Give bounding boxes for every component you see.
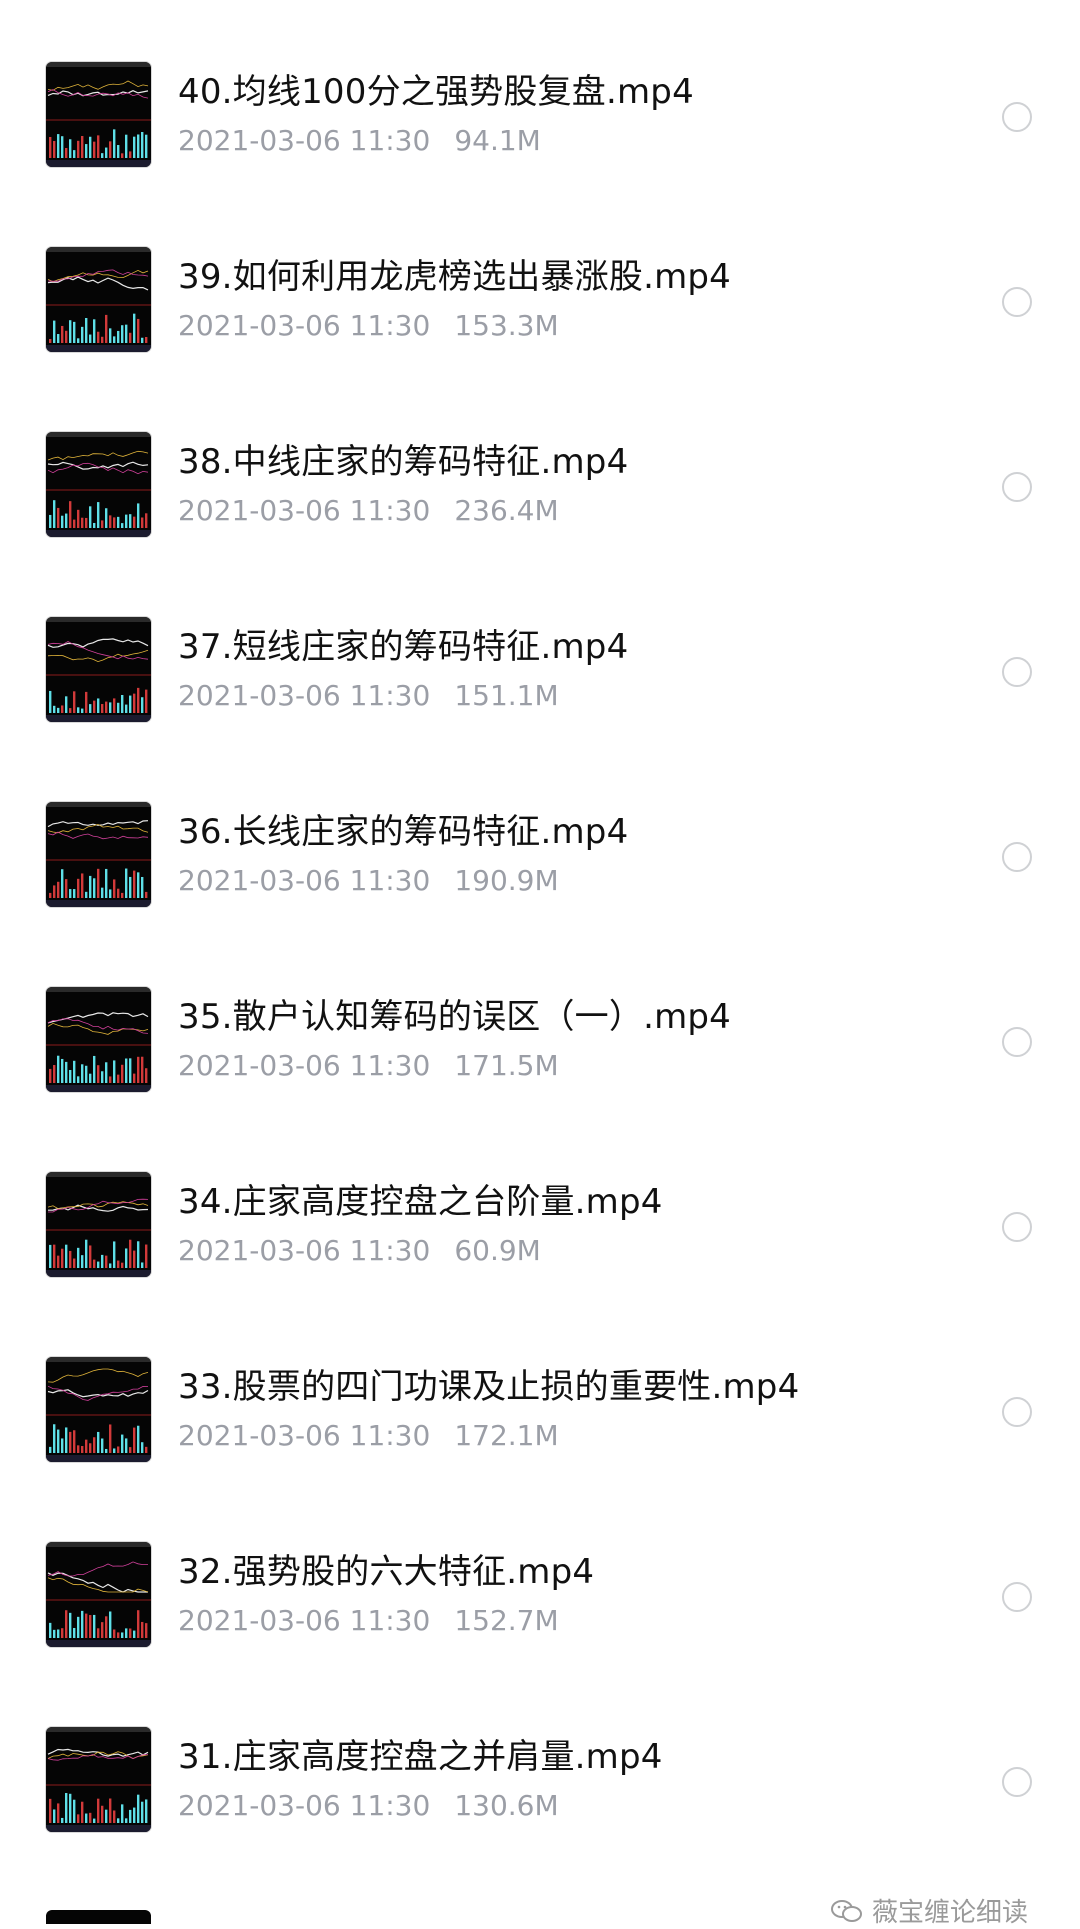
file-meta: 2021-03-06 11:30 60.9M bbox=[178, 1234, 541, 1267]
list-item[interactable]: 33.股票的四门功课及止损的重要性.mp4 2021-03-06 11:30 17… bbox=[0, 1357, 1080, 1542]
file-date: 2021-03-06 11:30 bbox=[178, 309, 431, 342]
file-date: 2021-03-06 11:30 bbox=[178, 1049, 431, 1082]
list-item[interactable]: 34.庄家高度控盘之台阶量.mp4 2021-03-06 11:30 60.9M bbox=[0, 1172, 1080, 1357]
select-radio[interactable] bbox=[1002, 1582, 1032, 1612]
file-meta: 2021-03-06 11:30 153.3M bbox=[178, 309, 559, 342]
wechat-icon bbox=[831, 1899, 862, 1922]
file-size: 60.9M bbox=[454, 1234, 541, 1267]
file-meta: 2021-03-06 11:30 171.5M bbox=[178, 1049, 559, 1082]
select-radio[interactable] bbox=[1002, 657, 1032, 687]
list-item[interactable]: 40.均线100分之强势股复盘.mp4 2021-03-06 11:30 94.1… bbox=[0, 62, 1080, 247]
file-size: 153.3M bbox=[454, 309, 559, 342]
file-size: 152.7M bbox=[454, 1604, 559, 1637]
file-date: 2021-03-06 11:30 bbox=[178, 124, 431, 157]
file-size: 171.5M bbox=[454, 1049, 559, 1082]
video-thumbnail bbox=[46, 432, 151, 537]
select-radio[interactable] bbox=[1002, 102, 1032, 132]
file-size: 94.1M bbox=[454, 124, 541, 157]
file-meta: 2021-03-06 11:30 190.9M bbox=[178, 864, 559, 897]
file-title: 35.散户认知筹码的误区（一）.mp4 bbox=[178, 997, 732, 1037]
file-size: 172.1M bbox=[454, 1419, 559, 1452]
file-date: 2021-03-06 11:30 bbox=[178, 494, 431, 527]
video-thumbnail bbox=[46, 617, 151, 722]
select-radio[interactable] bbox=[1002, 1397, 1032, 1427]
watermark-text: 薇宝缠论细读 bbox=[872, 1898, 1029, 1928]
file-meta: 2021-03-06 11:30 130.6M bbox=[178, 1789, 559, 1822]
file-title: 32.强势股的六大特征.mp4 bbox=[178, 1552, 595, 1592]
video-thumbnail bbox=[46, 802, 151, 907]
file-title: 36.长线庄家的筹码特征.mp4 bbox=[178, 812, 629, 852]
file-size: 236.4M bbox=[454, 494, 559, 527]
video-thumbnail bbox=[46, 1172, 151, 1277]
file-meta: 2021-03-06 11:30 151.1M bbox=[178, 679, 559, 712]
file-date: 2021-03-06 11:30 bbox=[178, 864, 431, 897]
list-item[interactable]: 39.如何利用龙虎榜选出暴涨股.mp4 2021-03-06 11:30 153.… bbox=[0, 247, 1080, 432]
file-date: 2021-03-06 11:30 bbox=[178, 679, 431, 712]
select-radio[interactable] bbox=[1002, 842, 1032, 872]
file-title: 31.庄家高度控盘之并肩量.mp4 bbox=[178, 1737, 663, 1777]
video-thumbnail bbox=[46, 62, 151, 167]
file-date: 2021-03-06 11:30 bbox=[178, 1419, 431, 1452]
select-radio[interactable] bbox=[1002, 287, 1032, 317]
video-thumbnail bbox=[46, 1357, 151, 1462]
select-radio[interactable] bbox=[1002, 472, 1032, 502]
video-thumbnail bbox=[46, 987, 151, 1092]
file-title: 33.股票的四门功课及止损的重要性.mp4 bbox=[178, 1367, 800, 1407]
select-radio[interactable] bbox=[1002, 1027, 1032, 1057]
file-meta: 2021-03-06 11:30 94.1M bbox=[178, 124, 541, 157]
list-item[interactable]: 36.长线庄家的筹码特征.mp4 2021-03-06 11:30 190.9M bbox=[0, 802, 1080, 987]
file-meta: 2021-03-06 11:30 172.1M bbox=[178, 1419, 559, 1452]
file-size: 190.9M bbox=[454, 864, 559, 897]
list-item[interactable]: 32.强势股的六大特征.mp4 2021-03-06 11:30 152.7M bbox=[0, 1542, 1080, 1727]
video-thumbnail bbox=[46, 1727, 151, 1832]
file-title: 37.短线庄家的筹码特征.mp4 bbox=[178, 627, 629, 667]
file-date: 2021-03-06 11:30 bbox=[178, 1789, 431, 1822]
list-item[interactable]: 38.中线庄家的筹码特征.mp4 2021-03-06 11:30 236.4M bbox=[0, 432, 1080, 617]
file-size: 151.1M bbox=[454, 679, 559, 712]
list-item[interactable]: 35.散户认知筹码的误区（一）.mp4 2021-03-06 11:30 171.… bbox=[0, 987, 1080, 1172]
list-item[interactable]: 31.庄家高度控盘之并肩量.mp4 2021-03-06 11:30 130.6M bbox=[0, 1727, 1080, 1912]
video-thumbnail bbox=[46, 247, 151, 352]
select-radio[interactable] bbox=[1002, 1212, 1032, 1242]
file-title: 39.如何利用龙虎榜选出暴涨股.mp4 bbox=[178, 257, 732, 297]
watermark: 薇宝缠论细读 bbox=[830, 1892, 1028, 1929]
list-item[interactable]: 37.短线庄家的筹码特征.mp4 2021-03-06 11:30 151.1M bbox=[0, 617, 1080, 802]
next-item-thumbnail bbox=[46, 1910, 151, 1924]
file-meta: 2021-03-06 11:30 152.7M bbox=[178, 1604, 559, 1637]
file-meta: 2021-03-06 11:30 236.4M bbox=[178, 494, 559, 527]
file-size: 130.6M bbox=[454, 1789, 559, 1822]
file-date: 2021-03-06 11:30 bbox=[178, 1234, 431, 1267]
file-title: 34.庄家高度控盘之台阶量.mp4 bbox=[178, 1182, 663, 1222]
file-title: 40.均线100分之强势股复盘.mp4 bbox=[178, 72, 694, 112]
select-radio[interactable] bbox=[1002, 1767, 1032, 1797]
file-title: 38.中线庄家的筹码特征.mp4 bbox=[178, 442, 629, 482]
file-date: 2021-03-06 11:30 bbox=[178, 1604, 431, 1637]
video-thumbnail bbox=[46, 1542, 151, 1647]
